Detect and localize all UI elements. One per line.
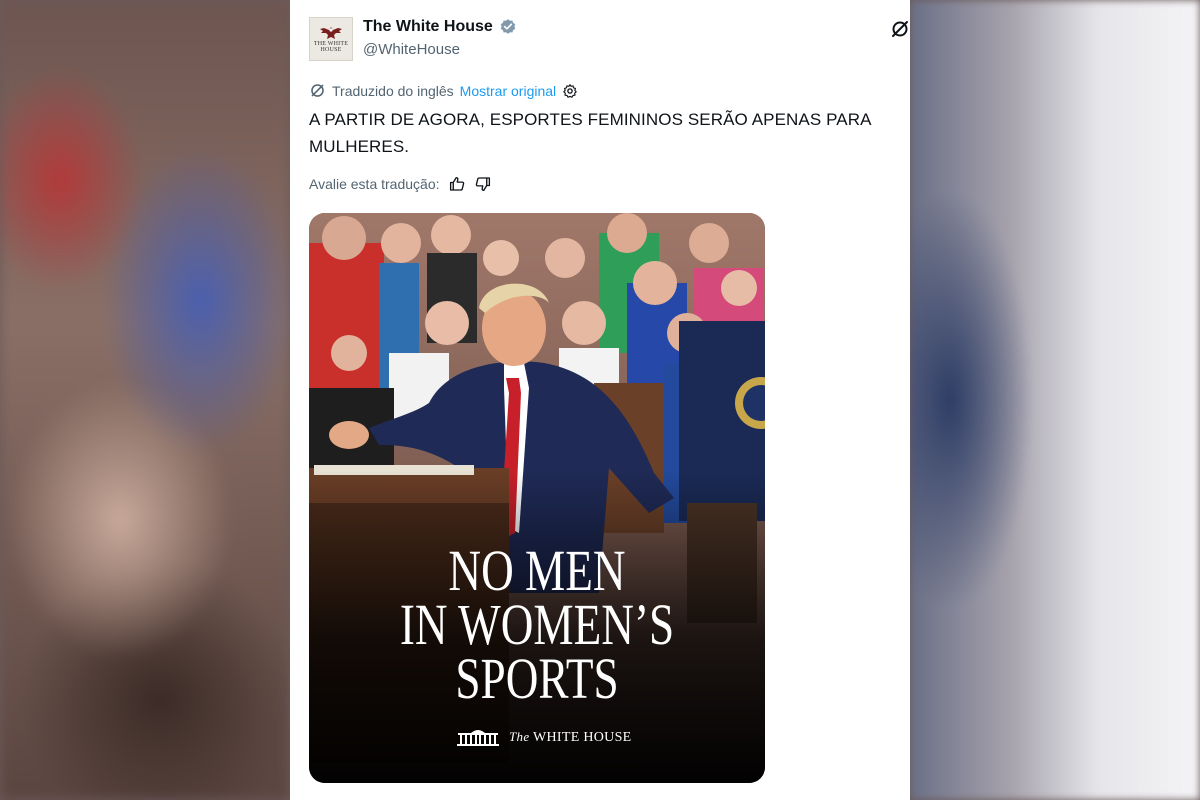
poster-headline-line-3: SPORTS [455, 646, 619, 711]
blurred-background-right [910, 0, 1200, 800]
thumbs-down-icon[interactable] [474, 175, 492, 193]
settings-icon[interactable] [562, 83, 578, 99]
show-original-link[interactable]: Mostrar original [460, 83, 556, 99]
rate-translation-label: Avalie esta tradução: [309, 176, 440, 192]
avatar[interactable]: THE WHITE HOUSE [309, 17, 353, 61]
tweet-media-image[interactable]: NO MEN IN WOMEN’S SPORTS The WHITE HOUSE [309, 213, 765, 783]
avatar-label: THE WHITE HOUSE [313, 41, 349, 53]
grok-icon[interactable] [890, 19, 910, 39]
author-row: The White House [363, 18, 517, 36]
translated-label: Traduzido do inglês [332, 82, 454, 99]
poster-brand-name: WHITE HOUSE [532, 729, 632, 745]
tweet-card: THE WHITE HOUSE The White House @WhiteHo… [290, 0, 910, 800]
poster-headline-line-2: IN WOMEN’S [399, 592, 675, 657]
eagle-seal-icon [320, 27, 342, 39]
author-name[interactable]: The White House [363, 18, 493, 36]
thumbs-up-icon[interactable] [448, 175, 466, 193]
rate-translation-row: Avalie esta tradução: [309, 175, 492, 193]
translation-notice: Traduzido do inglês Mostrar original [309, 82, 578, 99]
white-house-building-icon [457, 730, 499, 746]
poster-brand-text: The WHITE HOUSE [509, 729, 632, 746]
verified-badge-icon [500, 19, 516, 34]
poster-headline-line-1: NO MEN [448, 538, 626, 603]
tweet-text: A PARTIR DE AGORA, ESPORTES FEMININOS SE… [309, 110, 871, 156]
blurred-background-left [0, 0, 290, 800]
poster-brand-prefix: The [509, 728, 530, 744]
translate-icon [311, 84, 324, 97]
poster-brand: The WHITE HOUSE [457, 727, 632, 747]
author-handle[interactable]: @WhiteHouse [363, 41, 460, 58]
